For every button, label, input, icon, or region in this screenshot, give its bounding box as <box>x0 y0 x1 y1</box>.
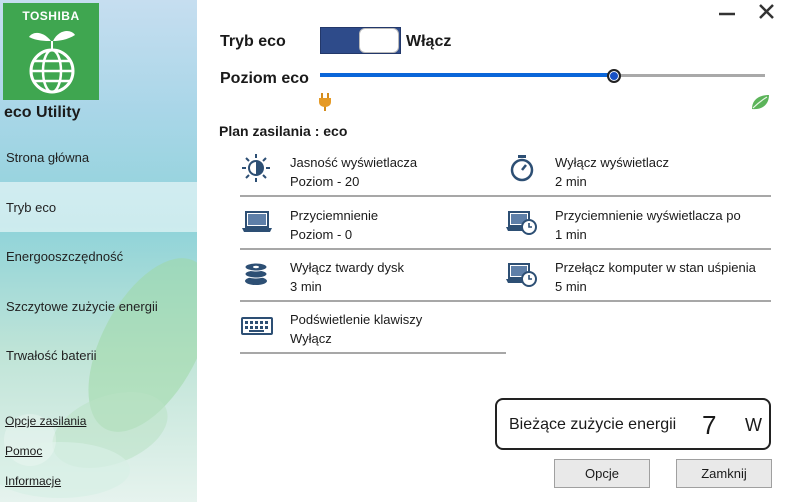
laptop-clock-icon <box>506 211 537 235</box>
slider-thumb[interactable] <box>607 69 621 83</box>
setting-name: Przyciemnienie wyświetlacza po <box>555 208 741 223</box>
close-button[interactable]: Zamknij <box>676 459 772 488</box>
close-window-button[interactable] <box>756 2 778 22</box>
setting-value: 1 min <box>555 227 587 242</box>
setting-value: 5 min <box>555 279 587 294</box>
divider <box>505 195 771 197</box>
setting-value: 3 min <box>290 279 322 294</box>
setting-name: Wyłącz twardy dysk <box>290 260 405 275</box>
timer-icon <box>510 155 534 182</box>
setting-sleep: Przełącz komputer w stan uśpienia 5 min <box>505 250 771 302</box>
keyboard-icon <box>241 317 273 335</box>
slider-fill <box>320 73 614 77</box>
hard-disk-icon <box>244 262 268 285</box>
setting-value: Poziom - 20 <box>290 174 360 189</box>
nav-item-energooszczednosc[interactable]: Energooszczędność <box>0 231 197 281</box>
power-plan-heading: Plan zasilania : eco <box>219 123 348 139</box>
current-power-unit: W <box>745 415 762 435</box>
nav-item-strona-glowna[interactable]: Strona główna <box>0 132 197 182</box>
toshiba-eco-logo: TOSHIBA <box>3 3 99 100</box>
setting-dim-display: Przyciemnienie Poziom - 0 <box>240 198 506 250</box>
eco-mode-label: Tryb eco <box>220 33 286 50</box>
nav-item-trwalosc-baterii[interactable]: Trwałość baterii <box>0 330 197 380</box>
current-power-label: Bieżące zużycie energii <box>509 416 677 433</box>
minimize-icon <box>719 12 735 16</box>
setting-turn-off-display: Wyłącz wyświetlacz 2 min <box>505 145 771 197</box>
setting-value: 2 min <box>555 174 587 189</box>
divider <box>240 195 506 197</box>
power-options-link[interactable]: Opcje zasilania <box>5 414 86 428</box>
setting-name: Przyciemnienie <box>290 208 379 223</box>
app-title: eco Utility <box>4 104 81 121</box>
nav-item-tryb-eco[interactable]: Tryb eco <box>0 182 197 232</box>
laptop-icon <box>242 211 272 232</box>
setting-name: Jasność wyświetlacza <box>290 155 418 170</box>
current-power-panel: Bieżące zużycie energii 7 W <box>495 398 771 450</box>
minimize-button[interactable] <box>716 2 738 22</box>
eco-level-slider[interactable] <box>320 68 765 84</box>
eco-mode-state: Włącz <box>406 33 452 50</box>
sidebar: TOSHIBA eco Utility Strona główna Tryb e… <box>0 0 197 502</box>
plug-icon <box>319 93 331 111</box>
divider <box>505 300 771 302</box>
setting-name: Podświetlenie klawiszy <box>290 312 423 327</box>
main-panel: Tryb eco Włącz Poziom eco Plan zasilania… <box>197 0 786 502</box>
setting-dim-display-after: Przyciemnienie wyświetlacza po 1 min <box>505 198 771 250</box>
setting-display-brightness: Jasność wyświetlacza Poziom - 20 <box>240 145 506 197</box>
setting-turn-off-hard-disk: Wyłącz twardy dysk 3 min <box>240 250 506 302</box>
nav-item-szczytowe-zuzycie[interactable]: Szczytowe zużycie energii <box>0 281 197 331</box>
brightness-icon <box>242 154 270 182</box>
about-link[interactable]: Informacje <box>5 474 61 488</box>
setting-value: Wyłącz <box>290 331 332 346</box>
options-button[interactable]: Opcje <box>554 459 650 488</box>
help-link[interactable]: Pomoc <box>5 444 42 458</box>
current-power-value: 7 <box>702 410 717 440</box>
eco-globe-icon <box>29 31 75 94</box>
setting-name: Przełącz komputer w stan uśpienia <box>555 260 756 275</box>
toggle-knob <box>359 28 399 53</box>
setting-value: Poziom - 0 <box>290 227 353 242</box>
sleep-clock-icon <box>506 263 537 287</box>
setting-name: Wyłącz wyświetlacz <box>555 155 670 170</box>
eco-level-label: Poziom eco <box>220 70 309 87</box>
eco-mode-toggle[interactable] <box>320 27 401 54</box>
close-icon <box>759 4 774 19</box>
setting-keyboard-backlight: Podświetlenie klawiszy Wyłącz <box>240 302 506 354</box>
leaf-icon <box>752 95 769 110</box>
divider <box>240 352 506 354</box>
